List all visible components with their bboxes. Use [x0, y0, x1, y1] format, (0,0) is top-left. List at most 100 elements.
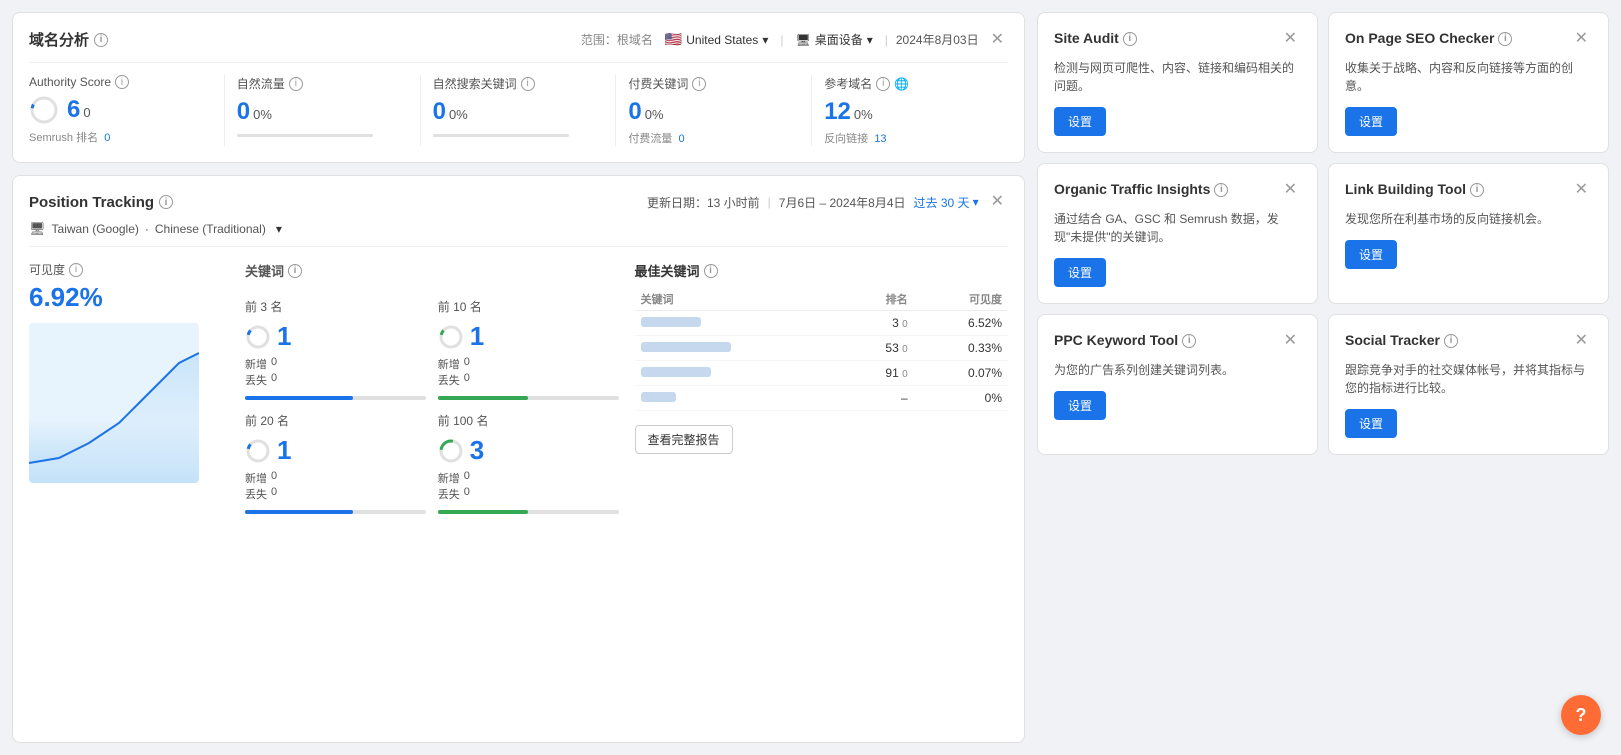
on-page-seo-title-text: On Page SEO Checker i	[1345, 29, 1571, 49]
kw-top20-stats: 新增0 丢失0	[245, 470, 426, 502]
site-audit-setup-btn[interactable]: 设置	[1054, 107, 1106, 136]
help-button[interactable]: ?	[1561, 695, 1601, 735]
period-label: 过去 30 天	[914, 194, 970, 211]
site-audit-info-icon[interactable]: i	[1123, 32, 1137, 46]
organic-traffic-insights-info-icon[interactable]: i	[1214, 183, 1228, 197]
on-page-seo-title: On Page SEO Checker	[1345, 29, 1494, 49]
on-page-seo-info-icon[interactable]: i	[1498, 32, 1512, 46]
domain-close-btn[interactable]: ✕	[987, 30, 1008, 50]
visibility-value-cell: 6.52%	[914, 311, 1008, 336]
position-tracking-info-icon[interactable]: i	[159, 195, 173, 209]
keywords-section-title: 关键词 i	[245, 261, 619, 280]
sep3: |	[768, 195, 771, 209]
link-building-title-text: Link Building Tool i	[1345, 180, 1571, 200]
organic-traffic-insights-close-btn[interactable]: ✕	[1280, 180, 1301, 200]
on-page-seo-card: On Page SEO Checker i ✕ 收集关于战略、内容和反向链接等方…	[1328, 12, 1609, 153]
link-building-close-btn[interactable]: ✕	[1571, 180, 1592, 200]
organic-traffic-label: 自然流量 i	[237, 75, 408, 92]
device-dropdown[interactable]: 🖥 桌面设备 ▾	[791, 29, 876, 50]
language-label: Chinese (Traditional)	[155, 222, 266, 236]
social-tracker-title-row: Social Tracker i ✕	[1345, 331, 1592, 351]
rank-value: 53	[885, 341, 898, 355]
link-building-title-row: Link Building Tool i ✕	[1345, 180, 1592, 200]
table-row: 91 0 0.07%	[635, 361, 1009, 386]
social-tracker-close-btn[interactable]: ✕	[1571, 331, 1592, 351]
kw-top100-bar	[438, 510, 619, 514]
country-label: United States	[686, 33, 758, 47]
chevron-down-icon2: ▾	[867, 33, 873, 47]
link-building-setup-btn[interactable]: 设置	[1345, 240, 1397, 269]
social-tracker-title: Social Tracker	[1345, 331, 1440, 351]
referring-domains-metric: 参考域名 i 🌐 120% 反向链接 13	[812, 75, 1008, 146]
visibility-label: 可见度 i	[29, 261, 229, 278]
globe-icon: 🌐	[894, 77, 909, 91]
authority-info-icon[interactable]: i	[115, 75, 129, 89]
domain-header: 域名分析 i 范围：根域名 🇺🇸 United States ▾ | 🖥 桌面设…	[29, 29, 1008, 50]
best-keywords-title: 最佳关键词 i	[635, 261, 1009, 280]
organic-traffic-info-icon[interactable]: i	[289, 77, 303, 91]
referring-domains-info-icon[interactable]: i	[876, 77, 890, 91]
on-page-seo-setup-btn[interactable]: 设置	[1345, 107, 1397, 136]
ppc-keyword-title: PPC Keyword Tool	[1054, 331, 1178, 351]
kw-top10-stats: 新增0 丢失0	[438, 356, 619, 388]
keyword-blur	[641, 392, 676, 402]
location-bar: 🖥 Taiwan (Google) · Chinese (Traditional…	[29, 220, 1008, 247]
position-tracking-title: Position Tracking i	[29, 194, 173, 211]
paid-keywords-value: 00%	[628, 98, 799, 126]
device-label: 桌面设备	[815, 31, 863, 48]
position-controls: 更新日期：13 小时前 | 7月6日 – 2024年8月4日 过去 30 天 ▾…	[647, 192, 1008, 212]
ppc-keyword-setup-btn[interactable]: 设置	[1054, 391, 1106, 420]
visibility-section: 可见度 i 6.92%	[29, 261, 229, 514]
ppc-keyword-close-btn[interactable]: ✕	[1280, 331, 1301, 351]
best-keywords-info-icon[interactable]: i	[704, 264, 718, 278]
authority-value: 60	[67, 96, 91, 124]
on-page-seo-desc: 收集关于战略、内容和反向链接等方面的创意。	[1345, 59, 1592, 95]
view-report-btn[interactable]: 查看完整报告	[635, 425, 733, 454]
social-tracker-setup-btn[interactable]: 设置	[1345, 409, 1397, 438]
social-tracker-card: Social Tracker i ✕ 跟踪竞争对手的社交媒体帐号，并将其指标与您…	[1328, 314, 1609, 455]
kw-top20-count: 1	[245, 435, 426, 466]
position-content: 可见度 i 6.92%	[29, 261, 1008, 514]
backlinks-sub: 反向链接 13	[824, 130, 996, 146]
organic-keywords-info-icon[interactable]: i	[521, 77, 535, 91]
link-building-info-icon[interactable]: i	[1470, 183, 1484, 197]
ppc-keyword-title-text: PPC Keyword Tool i	[1054, 331, 1280, 351]
rank-value: 91	[885, 366, 898, 380]
kw-top100-stats: 新增0 丢失0	[438, 470, 619, 502]
organic-traffic-bar	[237, 134, 374, 137]
kw-top10-count: 1	[438, 321, 619, 352]
keyword-blur	[641, 342, 731, 352]
location-dropdown-btn[interactable]: ▾	[272, 220, 286, 238]
keyword-blur	[641, 367, 711, 377]
table-row: 53 0 0.33%	[635, 336, 1009, 361]
site-audit-close-btn[interactable]: ✕	[1280, 29, 1301, 49]
domain-info-icon[interactable]: i	[94, 33, 108, 47]
date-range: 7月6日 – 2024年8月4日	[779, 194, 906, 211]
visibility-value-cell: 0.07%	[914, 361, 1008, 386]
organic-keywords-metric: 自然搜索关键词 i 00%	[421, 75, 617, 146]
monitor-icon: 🖥	[795, 33, 810, 47]
social-tracker-info-icon[interactable]: i	[1444, 334, 1458, 348]
kw-top3-stats: 新增0 丢失0	[245, 356, 426, 388]
position-tracking-close-btn[interactable]: ✕	[987, 192, 1008, 212]
on-page-seo-close-btn[interactable]: ✕	[1571, 29, 1592, 49]
period-dropdown[interactable]: 过去 30 天 ▾	[914, 194, 979, 211]
country-dropdown[interactable]: 🇺🇸 United States ▾	[661, 29, 773, 50]
best-keywords-table: 关键词 排名 可见度 3 0 6.52%	[635, 288, 1009, 411]
position-tracking-card: Position Tracking i 更新日期：13 小时前 | 7月6日 –…	[12, 175, 1025, 743]
rank-value: 3	[892, 316, 899, 330]
organic-traffic-insights-setup-btn[interactable]: 设置	[1054, 258, 1106, 287]
table-row: – 0%	[635, 386, 1009, 411]
paid-keywords-info-icon[interactable]: i	[692, 77, 706, 91]
keywords-info-icon[interactable]: i	[288, 264, 302, 278]
kw-top100-count: 3	[438, 435, 619, 466]
visibility-info-icon[interactable]: i	[69, 263, 83, 277]
rank-change: 0	[902, 344, 908, 355]
kw-group-top20: 前 20 名 1 新增0 丢失0	[245, 412, 426, 514]
organic-keywords-label: 自然搜索关键词 i	[433, 75, 604, 92]
organic-traffic-insights-desc: 通过结合 GA、GSC 和 Semrush 数据，发现"未提供"的关键词。	[1054, 210, 1301, 246]
ppc-keyword-desc: 为您的广告系列创建关键词列表。	[1054, 361, 1301, 379]
ppc-keyword-info-icon[interactable]: i	[1182, 334, 1196, 348]
kw-top3-count: 1	[245, 321, 426, 352]
col-rank-header: 排名	[843, 288, 913, 311]
